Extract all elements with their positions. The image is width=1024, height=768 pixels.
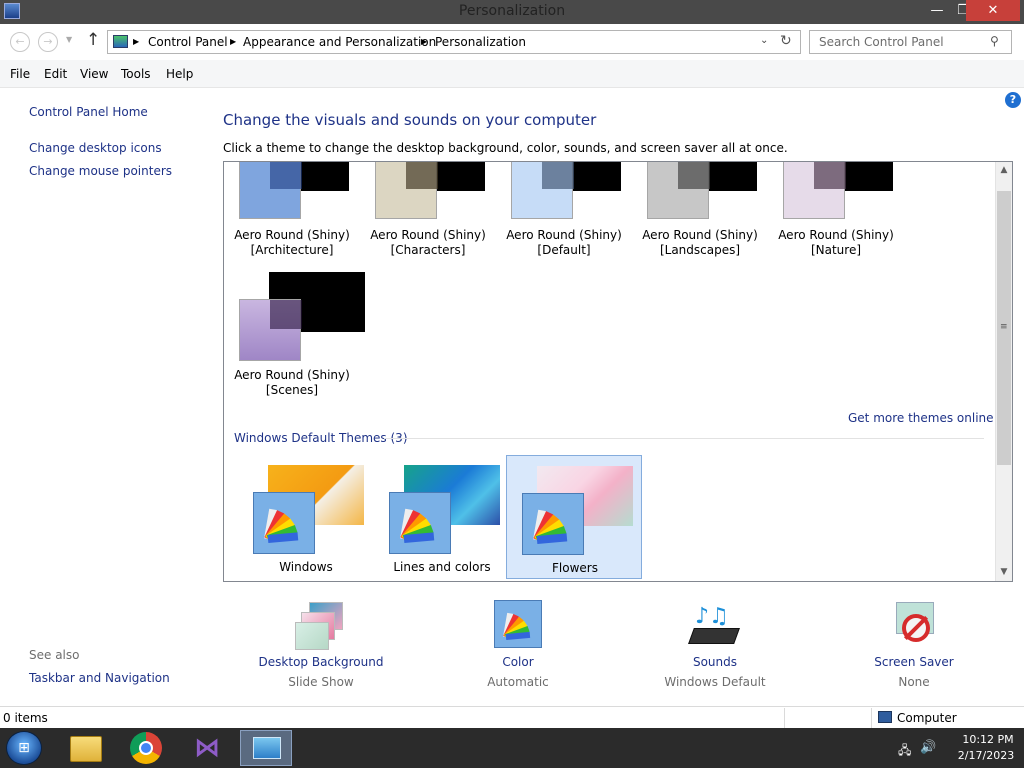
chevron-right-icon[interactable]: ▶ — [133, 37, 139, 46]
network-icon[interactable]: 🖧 — [898, 741, 911, 762]
change-desktop-icons-link[interactable]: Change desktop icons — [29, 141, 162, 155]
volume-icon[interactable]: 🔊 — [920, 740, 936, 755]
scroll-up-icon[interactable]: ▲ — [996, 162, 1012, 179]
back-button[interactable]: ← — [10, 32, 30, 52]
theme-architecture[interactable]: Aero Round (Shiny) [Architecture] — [224, 162, 360, 257]
setting-value: Slide Show — [288, 675, 354, 689]
status-item-count: 0 items — [3, 711, 48, 725]
control-panel-home-link[interactable]: Control Panel Home — [29, 105, 148, 119]
desktop-background-setting[interactable]: Desktop Background Slide Show — [241, 600, 401, 689]
refresh-icon[interactable]: ↻ — [780, 33, 792, 49]
theme-flowers[interactable]: Flowers — [506, 455, 642, 579]
scroll-down-icon[interactable]: ▼ — [996, 564, 1012, 581]
status-location: Computer — [897, 711, 957, 725]
theme-windows[interactable]: Windows — [238, 455, 374, 579]
menu-file[interactable]: File — [10, 67, 30, 81]
section-divider — [384, 438, 984, 439]
theme-characters[interactable]: Aero Round (Shiny) [Characters] — [360, 162, 496, 257]
computer-icon — [878, 711, 892, 723]
setting-label[interactable]: Color — [438, 655, 598, 669]
folder-icon — [70, 736, 102, 762]
chrome-taskbar-button[interactable] — [120, 730, 172, 766]
breadcrumb-appearance[interactable]: Appearance and Personalization — [243, 35, 436, 49]
clock-time[interactable]: 10:12 PM — [958, 733, 1018, 746]
theme-label: Lines and colors — [393, 560, 491, 574]
setting-label[interactable]: Screen Saver — [834, 655, 994, 669]
search-icon[interactable]: ⚲ — [990, 34, 999, 48]
theme-landscapes[interactable]: Aero Round (Shiny) [Landscapes] — [632, 162, 768, 257]
sounds-setting[interactable]: ♪♫ Sounds Windows Default — [635, 600, 795, 689]
visual-studio-taskbar-button[interactable]: ⋈ — [182, 730, 234, 766]
theme-scenes[interactable]: Aero Round (Shiny) [Scenes] — [234, 272, 375, 397]
page-title: Change the visuals and sounds on your co… — [223, 111, 597, 129]
taskbar-navigation-link[interactable]: Taskbar and Navigation — [29, 671, 170, 685]
setting-value: Automatic — [487, 675, 549, 689]
theme-color-swatch — [239, 162, 302, 219]
theme-label: Windows — [279, 560, 333, 574]
default-themes-header: Windows Default Themes (3) — [234, 431, 408, 445]
see-also-label: See also — [29, 648, 80, 662]
setting-value: Windows Default — [664, 675, 766, 689]
control-panel-icon — [253, 737, 281, 759]
address-bar[interactable]: ▶ Control Panel ▶ Appearance and Persona… — [107, 30, 801, 54]
chevron-right-icon[interactable]: ▶ — [421, 37, 427, 46]
theme-default[interactable]: Aero Round (Shiny) [Default] — [496, 162, 632, 257]
setting-value: None — [898, 675, 930, 689]
theme-color-swatch — [511, 162, 574, 219]
desktop-background-icon — [295, 600, 347, 650]
color-palette-icon — [522, 493, 584, 555]
up-button[interactable]: ↑ — [86, 30, 100, 50]
screen-saver-setting[interactable]: Screen Saver None — [834, 600, 994, 689]
color-setting[interactable]: Color Automatic — [438, 600, 598, 689]
get-more-themes-link[interactable]: Get more themes online — [848, 411, 994, 425]
visual-studio-icon: ⋈ — [194, 733, 220, 763]
screen-saver-icon — [888, 600, 940, 650]
change-mouse-pointers-link[interactable]: Change mouse pointers — [29, 164, 172, 178]
theme-label: Flowers — [552, 561, 598, 575]
search-input[interactable] — [809, 30, 1012, 54]
left-panel: Control Panel Home Change desktop icons … — [0, 89, 200, 706]
control-panel-taskbar-button[interactable] — [240, 730, 292, 766]
setting-label[interactable]: Sounds — [635, 655, 795, 669]
color-palette-icon — [494, 600, 542, 648]
page-subtitle: Click a theme to change the desktop back… — [223, 141, 788, 155]
theme-color-swatch — [783, 162, 846, 219]
menu-edit[interactable]: Edit — [44, 67, 67, 81]
menu-tools[interactable]: Tools — [121, 67, 151, 81]
setting-label[interactable]: Desktop Background — [241, 655, 401, 669]
help-icon[interactable]: ? — [1005, 92, 1021, 108]
title-bar: Personalization — ❐ ✕ — [0, 0, 1024, 24]
close-button[interactable]: ✕ — [966, 0, 1020, 21]
breadcrumb-control-panel[interactable]: Control Panel — [148, 35, 228, 49]
theme-nature[interactable]: Aero Round (Shiny) [Nature] — [768, 162, 904, 257]
chevron-down-icon[interactable]: ⌄ — [760, 35, 768, 46]
theme-color-swatch — [239, 299, 302, 361]
menu-help[interactable]: Help — [166, 67, 193, 81]
recent-locations-icon[interactable]: ▼ — [66, 35, 72, 44]
sounds-icon: ♪♫ — [688, 600, 741, 650]
navigation-bar: ← → ▼ ↑ ▶ Control Panel ▶ Appearance and… — [0, 24, 1024, 60]
theme-list[interactable]: Aero Round (Shiny) [Architecture] Aero Ro… — [223, 161, 1013, 582]
status-bar: 0 items Computer — [0, 706, 1024, 728]
breadcrumb-personalization[interactable]: Personalization — [435, 35, 526, 49]
control-panel-icon — [113, 35, 128, 48]
menu-bar: File Edit View Tools Help — [0, 60, 1024, 88]
taskbar: ⊞ ⋈ 🖧 🔊 10:12 PM 2/17/2023 — [0, 728, 1024, 768]
forward-button[interactable]: → — [38, 32, 58, 52]
color-palette-icon — [389, 492, 451, 554]
theme-list-scrollbar[interactable]: ▲ ≡ ▼ — [995, 162, 1012, 581]
scroll-thumb[interactable]: ≡ — [997, 191, 1011, 465]
theme-lines-and-colors[interactable]: Lines and colors — [374, 455, 510, 579]
grip-icon: ≡ — [1000, 322, 1008, 332]
theme-color-swatch — [375, 162, 438, 219]
clock-date[interactable]: 2/17/2023 — [954, 749, 1018, 762]
menu-view[interactable]: View — [80, 67, 108, 81]
theme-color-swatch — [647, 162, 710, 219]
color-palette-icon — [253, 492, 315, 554]
file-explorer-taskbar-button[interactable] — [60, 730, 112, 766]
window-title: Personalization — [458, 3, 566, 19]
start-button[interactable]: ⊞ — [6, 731, 42, 765]
chevron-right-icon[interactable]: ▶ — [230, 37, 236, 46]
